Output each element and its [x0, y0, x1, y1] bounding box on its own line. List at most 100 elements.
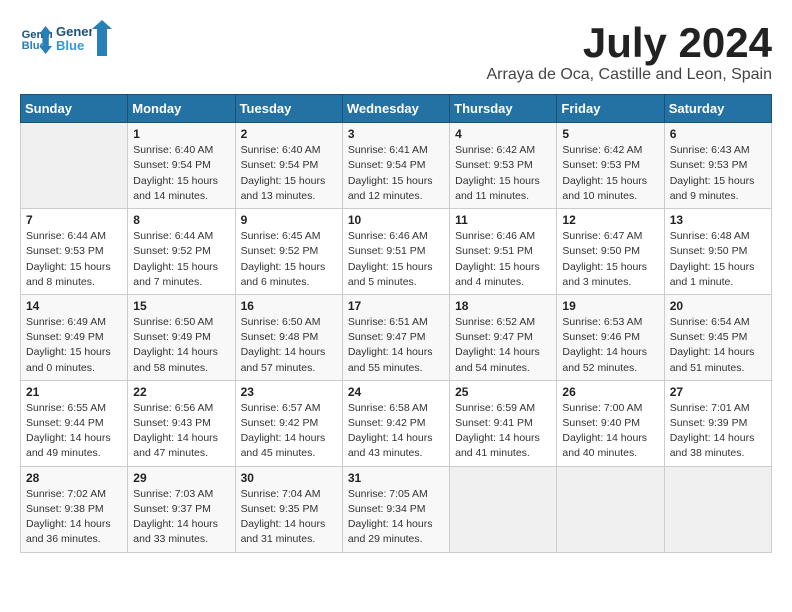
day-number: 22: [133, 385, 229, 399]
day-number: 24: [348, 385, 444, 399]
day-info: Sunrise: 6:43 AM Sunset: 9:53 PM Dayligh…: [670, 143, 766, 204]
calendar-cell: 15 Sunrise: 6:50 AM Sunset: 9:49 PM Dayli…: [128, 294, 235, 380]
calendar-cell: 20 Sunrise: 6:54 AM Sunset: 9:45 PM Dayli…: [664, 294, 771, 380]
day-number: 31: [348, 471, 444, 485]
day-info: Sunrise: 6:44 AM Sunset: 9:53 PM Dayligh…: [26, 229, 122, 290]
day-info: Sunrise: 6:54 AM Sunset: 9:45 PM Dayligh…: [670, 315, 766, 376]
day-number: 7: [26, 213, 122, 227]
day-info: Sunrise: 6:41 AM Sunset: 9:54 PM Dayligh…: [348, 143, 444, 204]
svg-text:General: General: [56, 24, 92, 39]
day-number: 29: [133, 471, 229, 485]
day-number: 5: [562, 127, 658, 141]
calendar-cell: [21, 123, 128, 209]
day-info: Sunrise: 6:59 AM Sunset: 9:41 PM Dayligh…: [455, 401, 551, 462]
calendar-cell: 7 Sunrise: 6:44 AM Sunset: 9:53 PM Daylig…: [21, 209, 128, 295]
day-info: Sunrise: 6:49 AM Sunset: 9:49 PM Dayligh…: [26, 315, 122, 376]
calendar-cell: 23Sunrise: 6:57 AM Sunset: 9:42 PM Dayli…: [235, 380, 342, 466]
day-number: 4: [455, 127, 551, 141]
calendar-week-1: 1Sunrise: 6:40 AM Sunset: 9:54 PM Daylig…: [21, 123, 772, 209]
calendar-cell: 10 Sunrise: 6:46 AM Sunset: 9:51 PM Dayli…: [342, 209, 449, 295]
weekday-header-friday: Friday: [557, 95, 664, 123]
day-number: 3: [348, 127, 444, 141]
calendar-cell: 3 Sunrise: 6:41 AM Sunset: 9:54 PM Daylig…: [342, 123, 449, 209]
day-info: Sunrise: 6:42 AM Sunset: 9:53 PM Dayligh…: [562, 143, 658, 204]
calendar-cell: 14 Sunrise: 6:49 AM Sunset: 9:49 PM Dayli…: [21, 294, 128, 380]
day-info: Sunrise: 7:05 AM Sunset: 9:34 PM Dayligh…: [348, 487, 444, 548]
calendar-cell: 8 Sunrise: 6:44 AM Sunset: 9:52 PM Daylig…: [128, 209, 235, 295]
day-info: Sunrise: 6:45 AM Sunset: 9:52 PM Dayligh…: [241, 229, 337, 290]
calendar-cell: 19 Sunrise: 6:53 AM Sunset: 9:46 PM Dayli…: [557, 294, 664, 380]
logo: General Blue General Blue: [20, 20, 112, 56]
day-info: Sunrise: 6:52 AM Sunset: 9:47 PM Dayligh…: [455, 315, 551, 376]
calendar-cell: 5 Sunrise: 6:42 AM Sunset: 9:53 PM Daylig…: [557, 123, 664, 209]
calendar-cell: 16 Sunrise: 6:50 AM Sunset: 9:48 PM Dayli…: [235, 294, 342, 380]
day-number: 18: [455, 299, 551, 313]
day-number: 20: [670, 299, 766, 313]
calendar-cell: 17 Sunrise: 6:51 AM Sunset: 9:47 PM Dayli…: [342, 294, 449, 380]
day-info: Sunrise: 6:46 AM Sunset: 9:51 PM Dayligh…: [348, 229, 444, 290]
calendar-cell: 12Sunrise: 6:47 AM Sunset: 9:50 PM Dayli…: [557, 209, 664, 295]
day-info: Sunrise: 7:03 AM Sunset: 9:37 PM Dayligh…: [133, 487, 229, 548]
day-number: 8: [133, 213, 229, 227]
day-info: Sunrise: 6:51 AM Sunset: 9:47 PM Dayligh…: [348, 315, 444, 376]
calendar-cell: 9 Sunrise: 6:45 AM Sunset: 9:52 PM Daylig…: [235, 209, 342, 295]
weekday-header-monday: Monday: [128, 95, 235, 123]
calendar-cell: 2 Sunrise: 6:40 AM Sunset: 9:54 PM Daylig…: [235, 123, 342, 209]
calendar-cell: 21Sunrise: 6:55 AM Sunset: 9:44 PM Dayli…: [21, 380, 128, 466]
day-info: Sunrise: 7:01 AM Sunset: 9:39 PM Dayligh…: [670, 401, 766, 462]
day-number: 27: [670, 385, 766, 399]
day-number: 9: [241, 213, 337, 227]
day-info: Sunrise: 6:46 AM Sunset: 9:51 PM Dayligh…: [455, 229, 551, 290]
weekday-header-tuesday: Tuesday: [235, 95, 342, 123]
day-number: 30: [241, 471, 337, 485]
weekday-header-saturday: Saturday: [664, 95, 771, 123]
day-info: Sunrise: 6:56 AM Sunset: 9:43 PM Dayligh…: [133, 401, 229, 462]
day-info: Sunrise: 6:42 AM Sunset: 9:53 PM Dayligh…: [455, 143, 551, 204]
calendar-cell: [664, 466, 771, 552]
day-number: 13: [670, 213, 766, 227]
logo-flag: [92, 20, 112, 56]
calendar-cell: [557, 466, 664, 552]
day-number: 25: [455, 385, 551, 399]
day-info: Sunrise: 6:53 AM Sunset: 9:46 PM Dayligh…: [562, 315, 658, 376]
calendar-cell: [450, 466, 557, 552]
calendar-cell: 30 Sunrise: 7:04 AM Sunset: 9:35 PM Dayli…: [235, 466, 342, 552]
day-number: 23: [241, 385, 337, 399]
calendar-week-4: 21Sunrise: 6:55 AM Sunset: 9:44 PM Dayli…: [21, 380, 772, 466]
day-info: Sunrise: 6:40 AM Sunset: 9:54 PM Dayligh…: [241, 143, 337, 204]
weekday-header-row: SundayMondayTuesdayWednesdayThursdayFrid…: [21, 95, 772, 123]
day-info: Sunrise: 6:48 AM Sunset: 9:50 PM Dayligh…: [670, 229, 766, 290]
calendar-cell: 6 Sunrise: 6:43 AM Sunset: 9:53 PM Daylig…: [664, 123, 771, 209]
day-info: Sunrise: 6:44 AM Sunset: 9:52 PM Dayligh…: [133, 229, 229, 290]
day-number: 6: [670, 127, 766, 141]
calendar-cell: 26 Sunrise: 7:00 AM Sunset: 9:40 PM Dayli…: [557, 380, 664, 466]
calendar-week-3: 14 Sunrise: 6:49 AM Sunset: 9:49 PM Dayli…: [21, 294, 772, 380]
day-number: 2: [241, 127, 337, 141]
calendar-cell: 18 Sunrise: 6:52 AM Sunset: 9:47 PM Dayli…: [450, 294, 557, 380]
title-block: July 2024 Arraya de Oca, Castille and Le…: [487, 20, 773, 84]
day-number: 28: [26, 471, 122, 485]
day-number: 19: [562, 299, 658, 313]
day-number: 26: [562, 385, 658, 399]
day-number: 15: [133, 299, 229, 313]
day-number: 21: [26, 385, 122, 399]
day-info: Sunrise: 7:04 AM Sunset: 9:35 PM Dayligh…: [241, 487, 337, 548]
day-info: Sunrise: 7:02 AM Sunset: 9:38 PM Dayligh…: [26, 487, 122, 548]
calendar-cell: 1Sunrise: 6:40 AM Sunset: 9:54 PM Daylig…: [128, 123, 235, 209]
day-number: 17: [348, 299, 444, 313]
day-info: Sunrise: 6:58 AM Sunset: 9:42 PM Dayligh…: [348, 401, 444, 462]
day-number: 10: [348, 213, 444, 227]
day-info: Sunrise: 6:50 AM Sunset: 9:49 PM Dayligh…: [133, 315, 229, 376]
day-number: 14: [26, 299, 122, 313]
day-info: Sunrise: 7:00 AM Sunset: 9:40 PM Dayligh…: [562, 401, 658, 462]
calendar-cell: 4 Sunrise: 6:42 AM Sunset: 9:53 PM Daylig…: [450, 123, 557, 209]
month-title: July 2024: [487, 20, 773, 66]
calendar-cell: 11Sunrise: 6:46 AM Sunset: 9:51 PM Dayli…: [450, 209, 557, 295]
svg-text:Blue: Blue: [56, 38, 84, 53]
day-info: Sunrise: 6:50 AM Sunset: 9:48 PM Dayligh…: [241, 315, 337, 376]
calendar-cell: 27 Sunrise: 7:01 AM Sunset: 9:39 PM Dayli…: [664, 380, 771, 466]
calendar-cell: 22 Sunrise: 6:56 AM Sunset: 9:43 PM Dayli…: [128, 380, 235, 466]
location: Arraya de Oca, Castille and Leon, Spain: [487, 66, 773, 84]
day-number: 16: [241, 299, 337, 313]
weekday-header-sunday: Sunday: [21, 95, 128, 123]
